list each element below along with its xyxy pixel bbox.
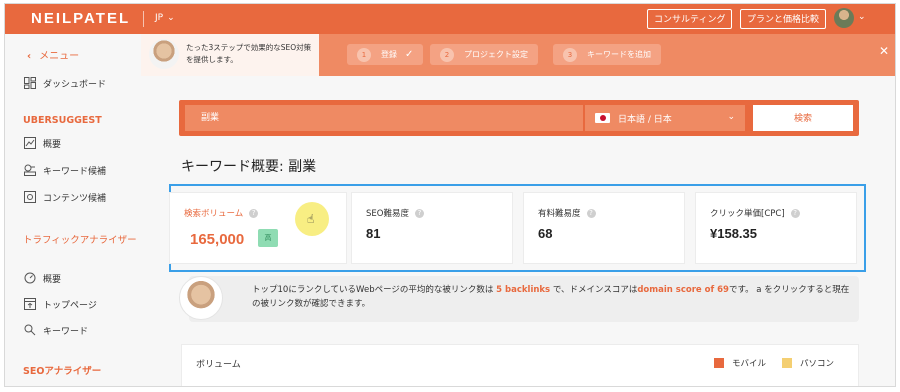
gauge-icon [23, 271, 37, 285]
sidebar-item-keyword-ideas[interactable]: キーワード候補 [23, 163, 106, 177]
sidebar-item-label: 概要 [43, 274, 62, 285]
metric-value: ¥158.35 [710, 226, 757, 241]
language-label: JP [155, 13, 164, 23]
sidebar-item-dashboard[interactable]: ダッシュボード [23, 76, 106, 90]
sidebar-item-label: 概要 [43, 139, 62, 150]
domain-score-link[interactable]: domain score of 69 [637, 285, 729, 295]
logo-divider [143, 11, 144, 27]
volume-title: ボリューム [196, 360, 241, 370]
help-icon[interactable]: ? [586, 208, 596, 218]
sidebar-heading-seo-analyzer: SEOアナライザー [23, 366, 102, 377]
sidebar-item-overview[interactable]: 概要 [23, 136, 61, 150]
onboarding-banner: たった3ステップで効果的なSEO対策を提供します。 1 登録 ✓ 2 プロジェク… [141, 34, 895, 76]
menu-back-label: メニュー [39, 51, 80, 62]
neil-avatar [149, 39, 179, 69]
check-icon: ✓ [405, 49, 414, 60]
backlinks-link[interactable]: 5 backlinks [496, 285, 550, 295]
metric-label: クリック単価[CPC]? [710, 207, 800, 219]
sidebar-item-label: キーワード [43, 326, 89, 337]
step-label: 登録 [381, 50, 397, 59]
avatar[interactable] [834, 8, 854, 28]
chart-icon [23, 136, 37, 150]
metric-value: 81 [366, 226, 381, 241]
step-number: 2 [440, 47, 454, 62]
keyword-ideas-icon [23, 163, 37, 177]
pricing-button[interactable]: プランと価格比較 [740, 9, 827, 29]
app-window: NEILPATEL JP ⌄ コンサルティング プランと価格比較 ⌄ ‹ メニュー … [4, 3, 896, 387]
sidebar-item-top-pages[interactable]: トップページ [23, 297, 97, 311]
metric-value: 165,000 [190, 231, 245, 248]
step-label: プロジェクト設定 [464, 50, 528, 59]
sidebar-item-label: コンテンツ候補 [43, 193, 107, 204]
step-label: キーワードを追加 [587, 50, 651, 59]
help-icon[interactable]: ? [414, 208, 424, 218]
language-selector[interactable]: JP ⌄ [155, 13, 175, 23]
step-number: 1 [357, 47, 371, 62]
status-badge: 高 [258, 229, 278, 247]
sidebar: ‹メニュー ダッシュボード UBERSUGGEST 概要 キーワード候補 コン [5, 34, 141, 386]
search-input[interactable]: 副業 [185, 105, 583, 131]
top-pages-icon [23, 297, 37, 311]
onboarding-step-register[interactable]: 1 登録 ✓ [347, 44, 424, 65]
page-title: キーワード概要: 副業 [181, 159, 317, 175]
metric-card-seo-difficulty: SEO難易度? 81 [351, 192, 513, 264]
sidebar-item-content-ideas[interactable]: コンテンツ候補 [23, 190, 106, 204]
legend-desktop[interactable]: パソコン [782, 357, 834, 369]
onboarding-text: たった3ステップで効果的なSEO対策を提供します。 [186, 43, 312, 64]
sidebar-item-label: キーワード候補 [43, 166, 107, 177]
sidebar-item-traffic-overview[interactable]: 概要 [23, 271, 61, 285]
japan-flag-icon [595, 113, 610, 123]
help-icon[interactable]: ? [249, 208, 259, 218]
volume-panel: ボリューム モバイル パソコン [181, 344, 859, 386]
menu-back-button[interactable]: ‹ メニュー [27, 47, 79, 62]
legend-mobile[interactable]: モバイル [714, 357, 766, 369]
chevron-down-icon: ⌄ [727, 112, 735, 122]
keyword-search-icon [23, 323, 37, 337]
metric-label: SEO難易度? [366, 207, 424, 219]
neil-avatar [179, 276, 223, 320]
search-button[interactable]: 検索 [753, 105, 853, 131]
chevron-left-icon: ‹ [27, 51, 32, 62]
metric-card-paid-difficulty: 有料難易度? 68 [523, 192, 685, 264]
sidebar-heading-traffic: トラフィックアナライザー [23, 235, 137, 246]
search-bar: 副業 日本語 / 日本 ⌄ 検索 [179, 100, 859, 136]
sidebar-item-label: トップページ [43, 300, 97, 311]
consulting-button[interactable]: コンサルティング [647, 9, 733, 29]
locale-label: 日本語 / 日本 [618, 114, 672, 125]
legend-label: パソコン [800, 359, 835, 369]
top-navbar: NEILPATEL JP ⌄ コンサルティング プランと価格比較 ⌄ [5, 4, 895, 34]
locale-dropdown[interactable]: 日本語 / 日本 ⌄ [585, 105, 745, 131]
metric-card-cpc: クリック単価[CPC]? ¥158.35 [695, 192, 857, 264]
onboarding-step-keyword[interactable]: 3 キーワードを追加 [553, 44, 661, 65]
legend-swatch [782, 358, 792, 368]
logo[interactable]: NEILPATEL [31, 10, 130, 27]
sidebar-item-traffic-keywords[interactable]: キーワード [23, 323, 88, 337]
content-ideas-icon [23, 190, 37, 204]
legend-swatch [714, 358, 724, 368]
metric-label: 検索ボリューム? [184, 207, 259, 219]
onboarding-step-project[interactable]: 2 プロジェクト設定 [430, 44, 538, 65]
pointer-hand-icon: ☝ [307, 212, 315, 226]
step-number: 3 [563, 47, 577, 62]
metric-value: 68 [538, 226, 553, 241]
dashboard-icon [23, 76, 37, 90]
sidebar-heading-ubersuggest: UBERSUGGEST [23, 115, 102, 126]
backlink-note-text: トップ10にランクしているWebページの平均的な被リンク数は 5 backlin… [252, 285, 850, 309]
metric-label: 有料難易度? [538, 207, 596, 219]
sidebar-item-label: ダッシュボード [43, 79, 107, 90]
legend-label: モバイル [732, 359, 767, 369]
chevron-down-icon[interactable]: ⌄ [858, 12, 866, 22]
close-icon[interactable]: ✕ [879, 44, 889, 58]
onboarding-intro: たった3ステップで効果的なSEO対策を提供します。 [141, 34, 319, 76]
help-icon[interactable]: ? [790, 208, 800, 218]
chevron-down-icon: ⌄ [167, 13, 175, 23]
